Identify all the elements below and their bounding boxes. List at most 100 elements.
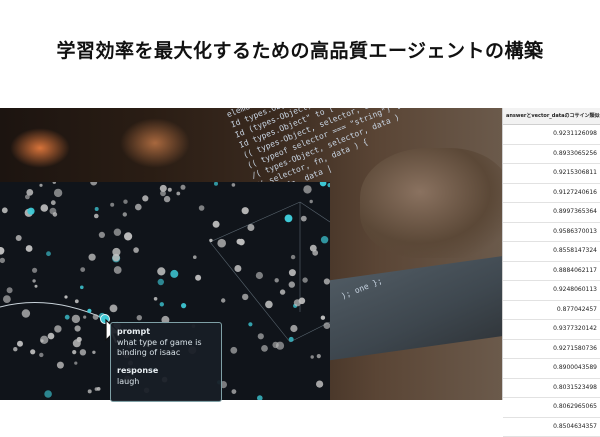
embedding-point xyxy=(110,203,114,207)
table-row: 0.9271580736 xyxy=(503,340,600,360)
embedding-point xyxy=(321,236,328,243)
embedding-point xyxy=(248,322,252,326)
embedding-point xyxy=(247,224,254,231)
embedding-point xyxy=(75,325,81,331)
embedding-point xyxy=(72,350,76,354)
embedding-point xyxy=(230,347,237,354)
embedding-point xyxy=(285,215,293,223)
embedding-point xyxy=(232,389,237,394)
embedding-point xyxy=(80,267,85,272)
embedding-point xyxy=(72,315,80,323)
embedding-point xyxy=(3,295,11,303)
embedding-point xyxy=(123,212,127,216)
embedding-point xyxy=(0,247,4,255)
embedding-point xyxy=(30,349,35,354)
point-tooltip: prompt what type of game is binding of i… xyxy=(110,322,222,402)
embedding-point xyxy=(93,314,99,320)
table-row: 0.877042457 xyxy=(503,301,600,321)
embedding-point xyxy=(193,255,197,259)
embedding-point xyxy=(32,268,37,273)
embedding-point xyxy=(242,294,248,300)
axis-line xyxy=(210,202,300,242)
table-row: 0.8900043589 xyxy=(503,359,600,379)
embedding-point xyxy=(291,255,295,259)
embedding-point xyxy=(154,297,158,301)
table-header: answerとvector_dataのコサイン類似値 xyxy=(503,108,600,125)
table-row: 0.8504634357 xyxy=(503,418,600,437)
table-row: 0.8062965065 xyxy=(503,398,600,418)
embedding-point xyxy=(195,275,201,281)
hand-image xyxy=(360,148,502,258)
embedding-point xyxy=(112,254,120,262)
embedding-point xyxy=(170,270,178,278)
embedding-point xyxy=(157,267,165,275)
embedding-point xyxy=(57,362,64,369)
embedding-point xyxy=(27,208,34,215)
embedding-point xyxy=(181,303,186,308)
embedding-point xyxy=(181,185,186,190)
embedding-point xyxy=(48,333,55,340)
embedding-point xyxy=(46,251,51,256)
embedding-point xyxy=(17,341,23,347)
embedding-point xyxy=(16,235,22,241)
embedding-point xyxy=(77,337,82,342)
embedding-point xyxy=(324,278,330,284)
embedding-point xyxy=(164,196,170,202)
embedding-point xyxy=(39,184,42,187)
table-row: 0.9127240616 xyxy=(503,184,600,204)
embedding-point xyxy=(135,204,142,211)
embedding-point xyxy=(237,239,243,245)
embedding-point xyxy=(64,295,67,298)
embedding-point xyxy=(88,389,92,393)
embedding-point xyxy=(137,315,142,320)
embedding-point xyxy=(95,207,99,211)
embedding-point xyxy=(7,287,13,293)
embedding-point xyxy=(44,390,52,398)
embedding-point xyxy=(303,185,311,193)
embedding-point xyxy=(94,214,99,219)
embedding-point xyxy=(234,265,241,272)
table-row: 0.9586370013 xyxy=(503,223,600,243)
embedding-point xyxy=(176,192,180,196)
laptop-keyboard-image xyxy=(330,256,502,361)
embedding-point xyxy=(41,204,49,212)
embedding-point xyxy=(50,208,57,215)
embedding-point xyxy=(158,279,164,285)
embedding-point xyxy=(99,232,105,238)
prompt-text: what type of game is binding of isaac xyxy=(117,338,215,358)
embedding-point xyxy=(327,183,330,187)
embedding-point xyxy=(74,362,77,365)
embedding-point xyxy=(142,195,148,201)
embedding-point xyxy=(213,221,220,228)
embedding-point xyxy=(133,247,139,253)
table-row: 0.8997365364 xyxy=(503,203,600,223)
embedding-point xyxy=(54,189,62,197)
embedding-point xyxy=(265,301,273,309)
bokeh-light xyxy=(120,118,190,168)
embedding-point xyxy=(89,254,96,261)
embedding-point xyxy=(25,195,30,200)
embedding-point xyxy=(53,182,56,184)
embedding-point xyxy=(168,188,172,192)
embedding-point xyxy=(80,349,86,355)
similarity-table: answerとvector_dataのコサイン類似値 0.92311260980… xyxy=(502,108,600,400)
embedding-point xyxy=(160,302,164,306)
table-row: 0.9231126098 xyxy=(503,125,600,145)
table-row: 0.8933065256 xyxy=(503,145,600,165)
embedding-point xyxy=(160,185,167,192)
prompt-label: prompt xyxy=(117,327,215,336)
embedding-point xyxy=(95,387,99,391)
embedding-point xyxy=(110,305,118,313)
embedding-point xyxy=(221,298,225,302)
embedding-point xyxy=(90,182,97,186)
embedding-point xyxy=(290,325,297,332)
embedding-point xyxy=(310,200,313,203)
embedding-point xyxy=(51,200,56,205)
response-label: response xyxy=(117,366,215,375)
page-title: 学習効率を最大化するための高品質エージェントの構築 xyxy=(0,36,600,63)
table-row: 0.8884062117 xyxy=(503,262,600,282)
embedding-point xyxy=(123,200,127,204)
table-row: 0.8031523498 xyxy=(503,379,600,399)
embedding-point xyxy=(92,351,95,354)
embedding-point xyxy=(26,245,33,252)
